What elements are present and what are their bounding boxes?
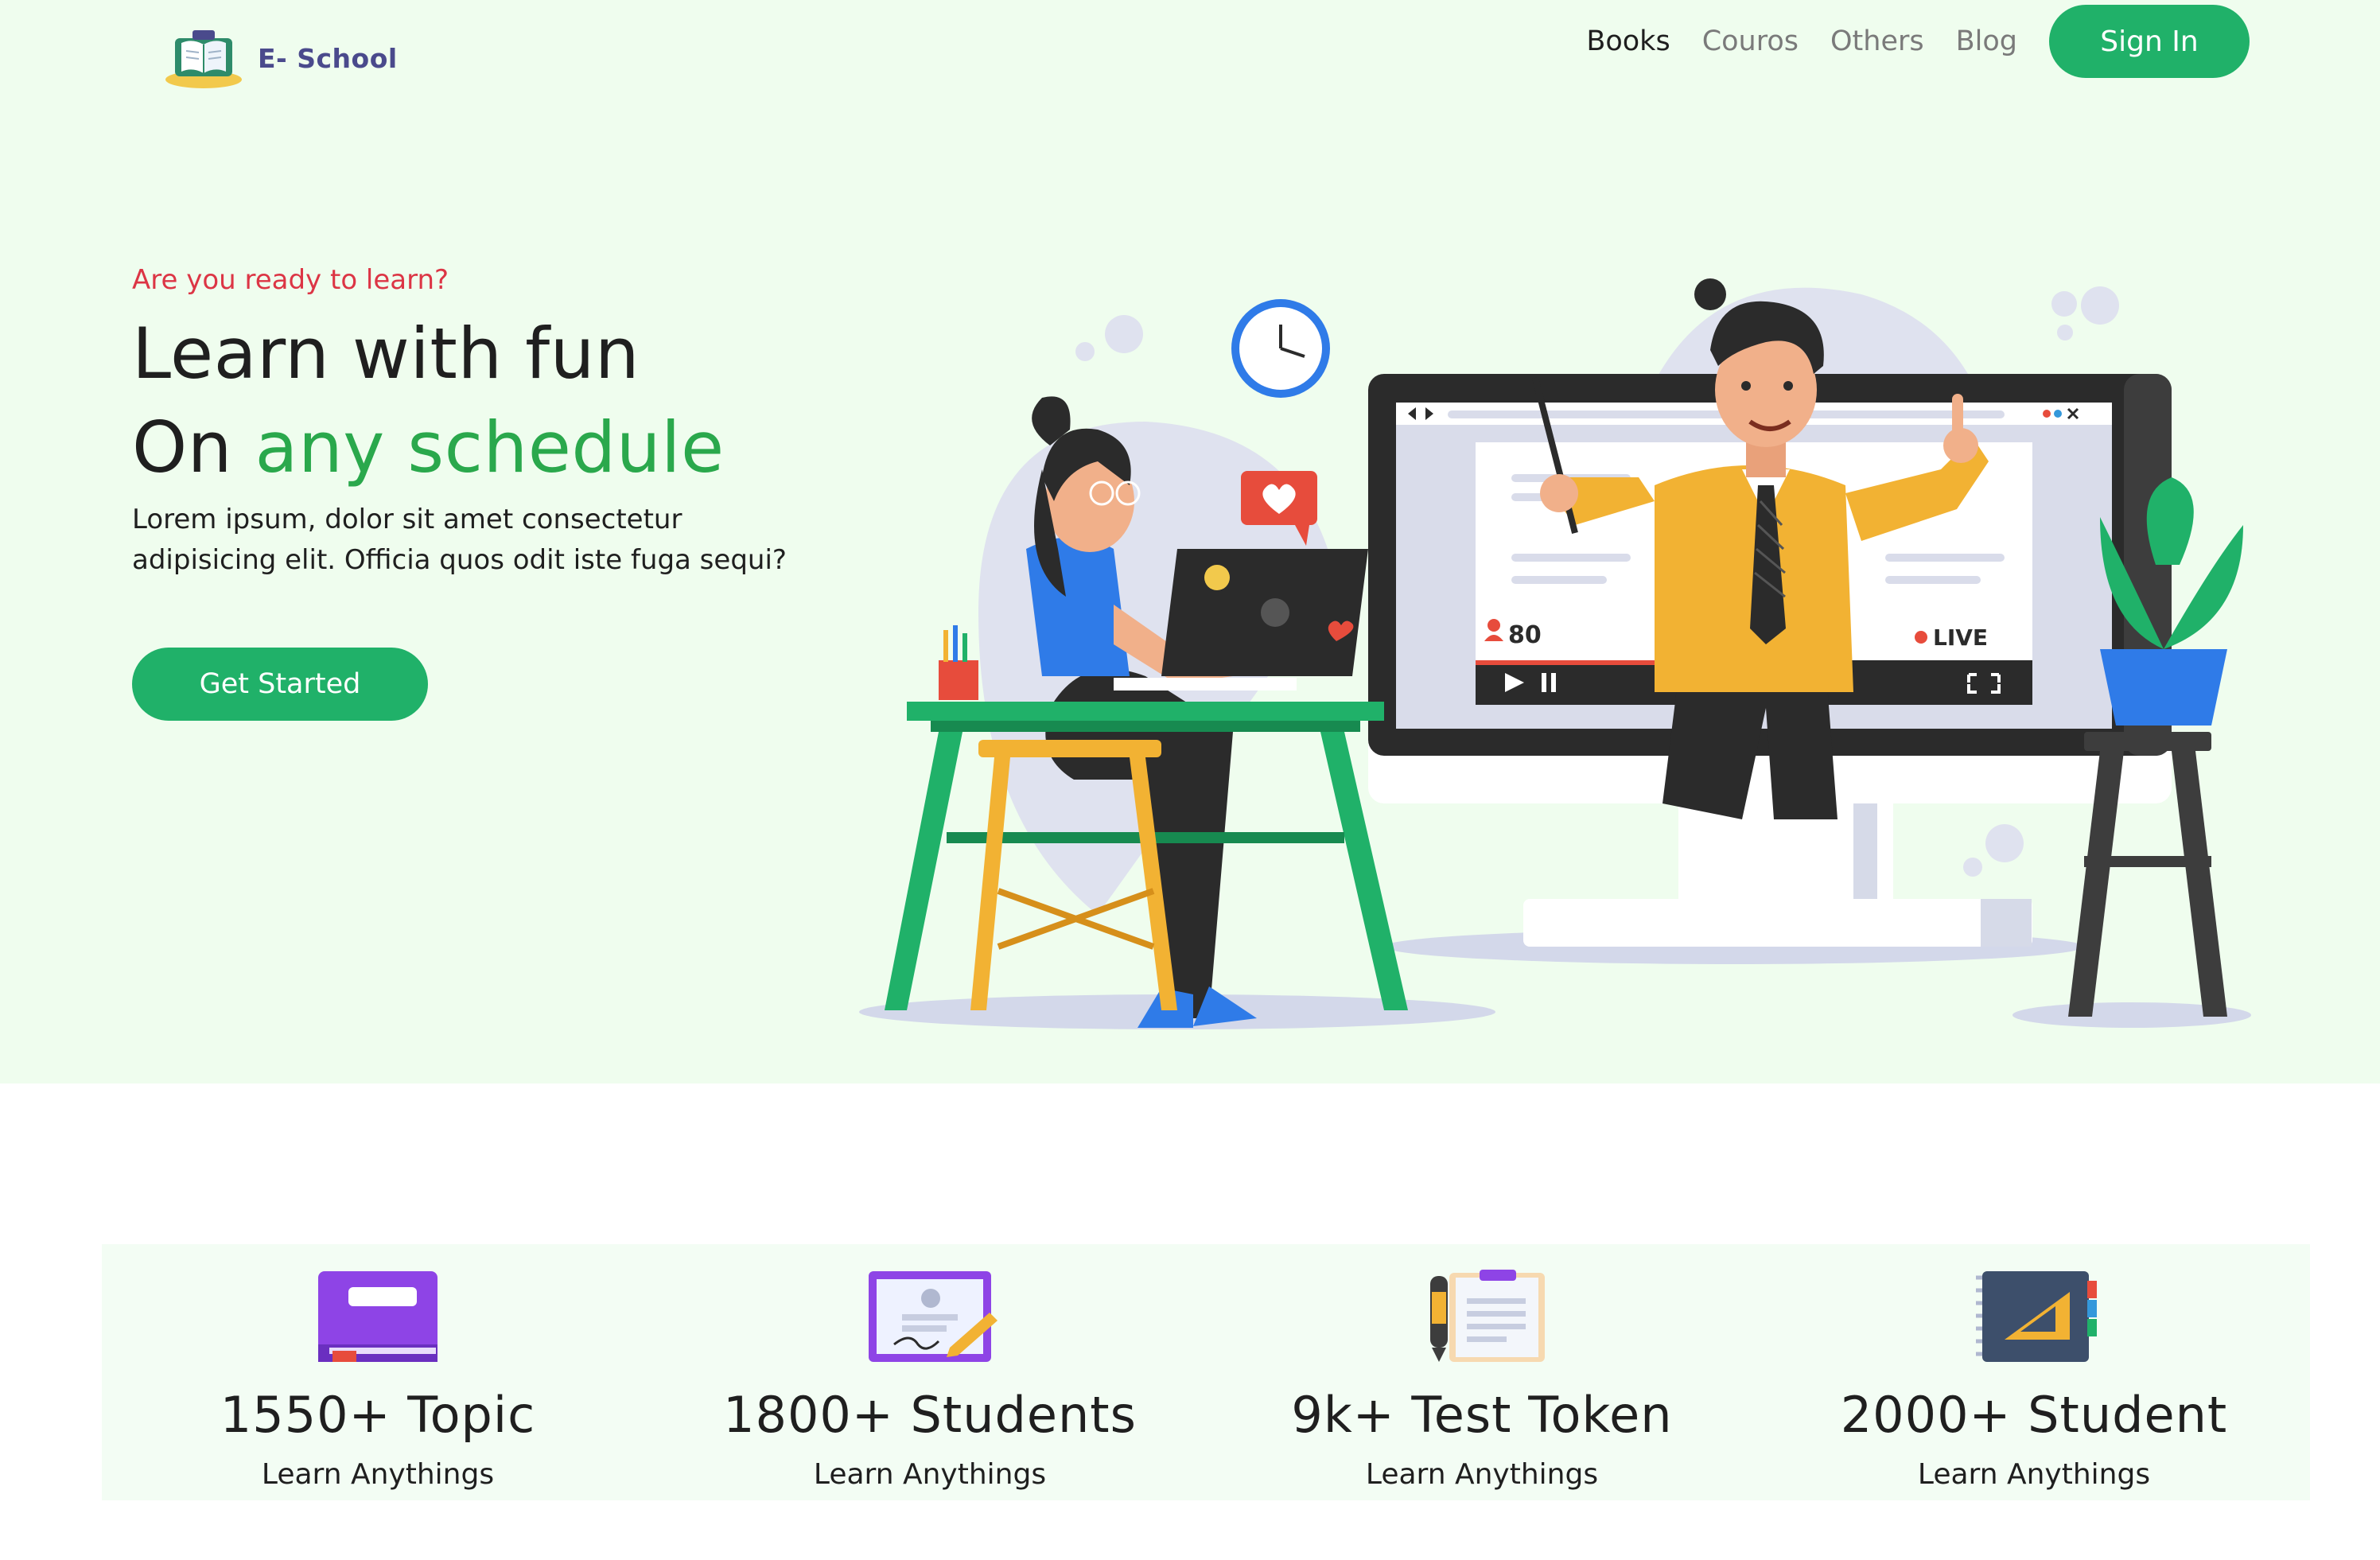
brand-name: E- School	[258, 42, 398, 74]
book-icon	[318, 1271, 438, 1362]
get-started-button[interactable]: Get Started	[132, 648, 428, 721]
live-badge: LIVE	[1933, 624, 1988, 651]
headline-line-2-prefix: On	[132, 407, 255, 488]
hero-section: E- School Books Couros Others Blog Sign …	[0, 0, 2380, 1083]
headline-line-2-accent: any schedule	[255, 407, 725, 488]
hero-headline: Learn with fun On any schedule	[132, 307, 725, 495]
stat-value: 2000+ Student	[1840, 1386, 2228, 1444]
stat-card: 9k+ Test Token Learn Anythings	[1206, 1244, 1758, 1500]
sign-in-button[interactable]: Sign In	[2049, 5, 2250, 78]
nav-link-courses[interactable]: Couros	[1702, 25, 1799, 57]
hero-lead-text: Lorem ipsum, dolor sit amet consectetur …	[132, 504, 787, 576]
stat-card: 1550+ Topic Learn Anythings	[102, 1244, 654, 1500]
stat-label: Learn Anythings	[813, 1458, 1047, 1491]
stat-value: 9k+ Test Token	[1291, 1386, 1673, 1444]
headline-line-1: Learn with fun	[132, 313, 640, 395]
stat-label: Learn Anythings	[261, 1458, 495, 1491]
notebook-icon	[1976, 1271, 2097, 1362]
brand-logo[interactable]: E- School	[164, 27, 398, 89]
stats-section: 1550+ Topic Learn Anythings 1800+ Studen…	[102, 1244, 2310, 1500]
stat-card: 1800+ Students Learn Anythings	[654, 1244, 1206, 1500]
main-nav: Books Couros Others Blog Sign In	[1586, 5, 2250, 78]
open-book-icon	[165, 30, 242, 88]
hero-eyebrow: Are you ready to learn?	[132, 264, 449, 296]
nav-link-others[interactable]: Others	[1830, 25, 1924, 57]
viewer-count: 80	[1508, 621, 1542, 649]
stat-label: Learn Anythings	[1365, 1458, 1599, 1491]
online-learning-illustration: 80 LIVE	[859, 278, 2251, 1029]
stat-value: 1550+ Topic	[220, 1386, 536, 1444]
nav-link-books[interactable]: Books	[1586, 25, 1670, 57]
stat-card: 2000+ Student Learn Anythings	[1758, 1244, 2310, 1500]
stat-label: Learn Anythings	[1917, 1458, 2151, 1491]
clipboard-icon	[1430, 1270, 1545, 1362]
stat-value: 1800+ Students	[723, 1386, 1137, 1444]
certificate-icon	[869, 1271, 998, 1362]
pause-icon	[1542, 673, 1546, 692]
nav-link-blog[interactable]: Blog	[1956, 25, 2017, 57]
